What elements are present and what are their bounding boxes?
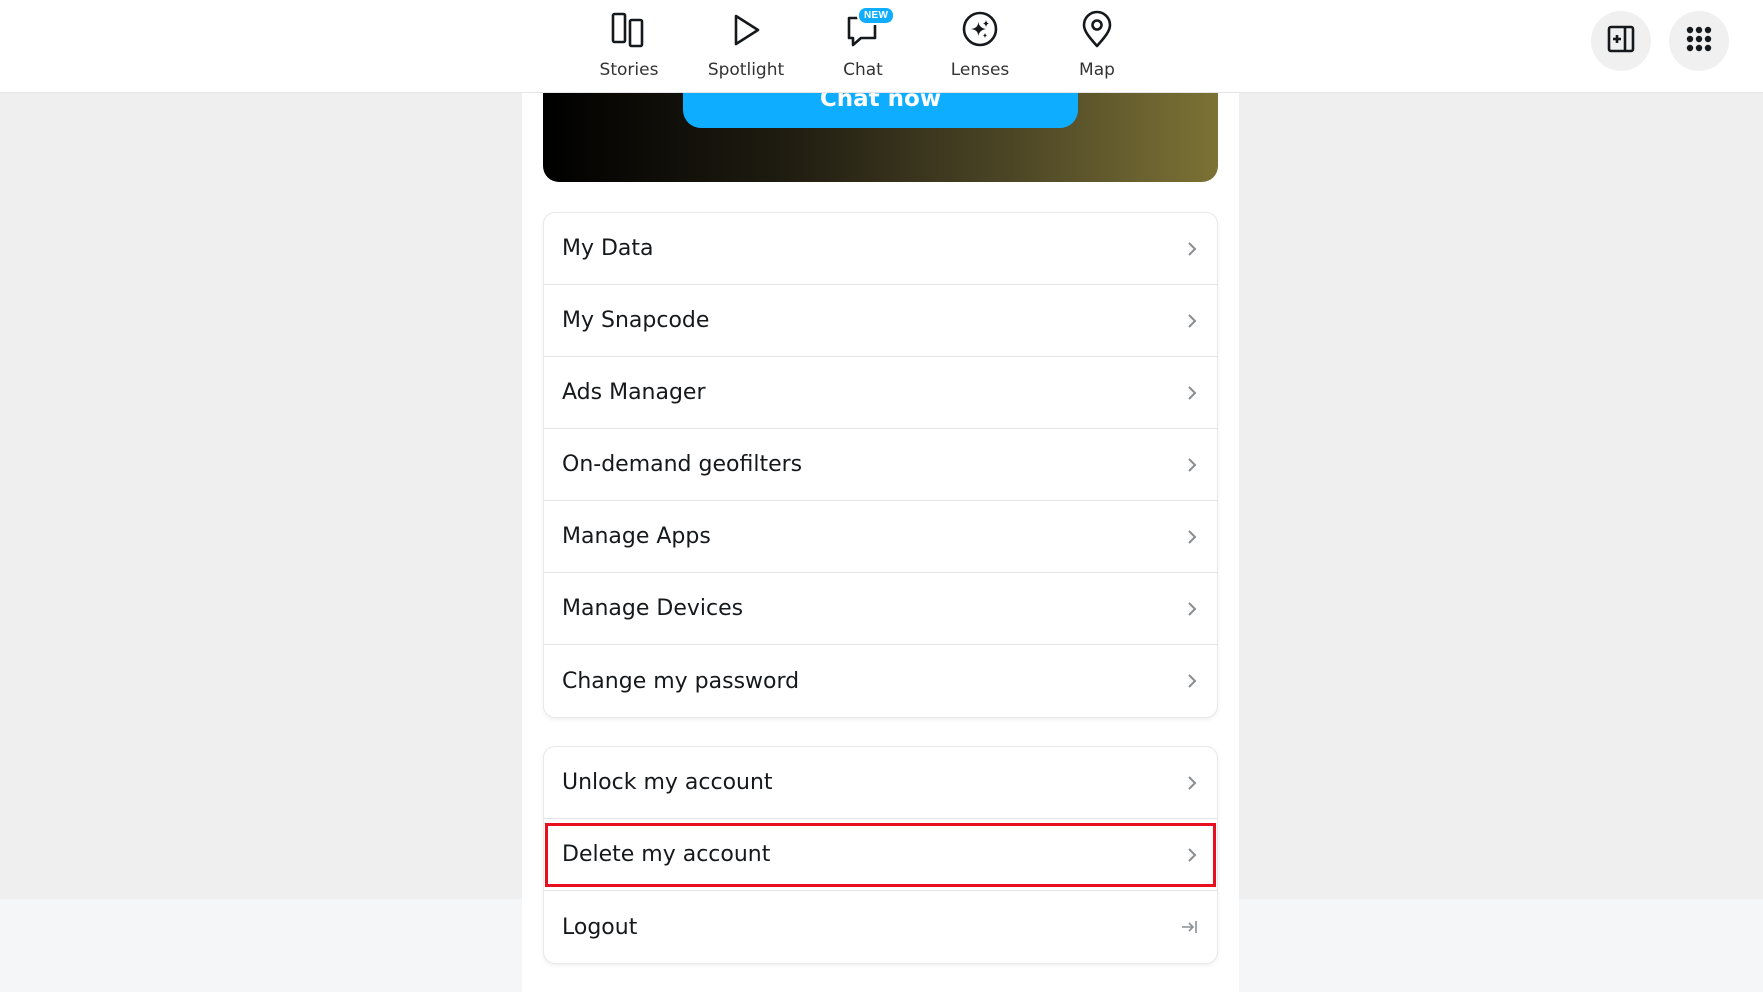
nav-map[interactable]: Map [1047,0,1147,93]
settings-item-label: Delete my account [562,842,771,867]
settings-item-label: My Snapcode [562,308,710,333]
settings-item-label: Manage Apps [562,524,711,549]
settings-item-label: On-demand geofilters [562,452,803,477]
chevron-right-icon [1188,775,1197,790]
logout-icon [1182,921,1197,933]
settings-item-label: Manage Devices [562,596,744,621]
settings-item-logout[interactable]: Logout [544,891,1217,963]
stories-icon [609,10,649,50]
chevron-right-icon [1188,457,1197,472]
map-icon [1077,10,1117,50]
settings-item-label: My Data [562,236,654,261]
nav-stories-label: Stories [599,60,659,80]
chevron-right-icon [1188,674,1197,688]
chat-promo-banner: Chat now [543,80,1218,182]
settings-item-manage-devices[interactable]: Manage Devices [544,573,1217,645]
settings-item-my-data[interactable]: My Data [544,213,1217,285]
chevron-right-icon [1188,601,1197,616]
nav-chat[interactable]: NEW Chat [813,0,913,93]
nav-lenses-label: Lenses [950,60,1010,80]
settings-item-change-password[interactable]: Change my password [544,645,1217,717]
chevron-right-icon [1188,385,1197,400]
settings-card-actions: Unlock my account Delete my account Logo… [543,746,1218,964]
settings-item-label: Ads Manager [562,380,706,405]
chevron-right-icon [1188,241,1197,256]
chevron-right-icon [1188,847,1197,862]
nav-lenses[interactable]: Lenses [930,0,1030,93]
settings-item-manage-apps[interactable]: Manage Apps [544,501,1217,573]
chat-icon: NEW [843,6,896,50]
settings-item-ads-manager[interactable]: Ads Manager [544,357,1217,429]
chevron-right-icon [1188,313,1197,328]
nav-map-label: Map [1079,60,1115,80]
main-nav: Stories Spotlight NEW Chat Lenses Map [0,0,1763,93]
apps-menu-button[interactable] [1669,11,1729,71]
chevron-right-icon [1188,529,1197,544]
top-navigation-bar: Stories Spotlight NEW Chat Lenses Map [0,0,1763,93]
lenses-icon [960,10,1000,50]
new-badge: NEW [857,6,896,25]
settings-item-label: Unlock my account [562,770,773,795]
nav-chat-label: Chat [843,60,883,80]
nav-stories[interactable]: Stories [579,0,679,93]
nav-spotlight-label: Spotlight [707,60,785,80]
settings-item-label: Logout [562,914,638,940]
settings-item-unlock-account[interactable]: Unlock my account [544,747,1217,819]
nav-spotlight[interactable]: Spotlight [696,0,796,93]
add-panel-icon [1606,24,1636,58]
apps-grid-icon [1685,25,1713,57]
add-panel-button[interactable] [1591,11,1651,71]
settings-item-label: Change my password [562,668,800,694]
settings-card-account: My Data My Snapcode Ads Manager On-deman… [543,212,1218,718]
settings-item-geofilters[interactable]: On-demand geofilters [544,429,1217,501]
spotlight-icon [726,10,766,50]
settings-item-my-snapcode[interactable]: My Snapcode [544,285,1217,357]
settings-item-delete-account[interactable]: Delete my account [544,819,1217,891]
